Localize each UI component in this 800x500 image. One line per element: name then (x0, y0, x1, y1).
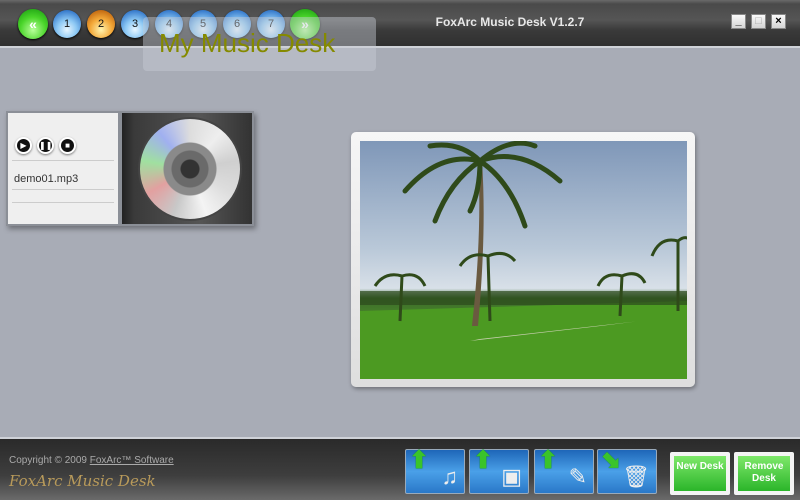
music-note-icon: ♫ (441, 464, 459, 489)
cd-case (122, 113, 252, 224)
divider (12, 160, 114, 161)
app-logo: FoxArc Music Desk (9, 472, 156, 490)
palm-tree-photo (360, 141, 687, 379)
stop-button[interactable]: ■ (59, 137, 76, 154)
track-filename[interactable]: demo01.mp3 (14, 173, 78, 185)
minimize-button[interactable]: _ (731, 14, 746, 29)
add-note-button[interactable]: ⬆ ✎ (534, 447, 594, 494)
pause-button[interactable]: ❚❚ (37, 137, 54, 154)
music-player-widget[interactable]: ▶ ❚❚ ■ demo01.mp3 (6, 111, 254, 226)
previous-desk-button[interactable]: « (18, 9, 48, 39)
player-panel: ▶ ❚❚ ■ demo01.mp3 (8, 113, 118, 224)
arrow-up-icon: ⬆ (409, 447, 430, 474)
cd-disc-icon (138, 117, 242, 221)
remove-desk-label: Remove Desk (738, 456, 790, 491)
desk-page-2[interactable]: 2 (87, 10, 115, 38)
remove-desk-button[interactable]: Remove Desk (734, 452, 794, 495)
desk-name-label[interactable]: My Music Desk (143, 17, 376, 71)
title-bar: « 1 2 3 4 5 6 7 » FoxArc Music Desk V1.2… (0, 0, 800, 48)
new-desk-label: New Desk (674, 456, 726, 491)
divider (12, 202, 114, 203)
add-photo-button[interactable]: ⬆ ▣ (469, 447, 529, 494)
arrow-up-icon: ⬆ (473, 447, 494, 474)
camera-icon: ▣ (501, 464, 522, 489)
company-link[interactable]: FoxArc™ Software (90, 455, 174, 466)
new-desk-button[interactable]: New Desk (670, 452, 730, 495)
maximize-button[interactable]: □ (751, 14, 766, 29)
close-button[interactable]: × (771, 14, 786, 29)
trash-icon: 🗑 (622, 464, 650, 489)
delete-item-button[interactable]: ⬊ 🗑 (597, 447, 657, 494)
desk-page-1[interactable]: 1 (53, 10, 81, 38)
arrow-down-icon: ⬊ (601, 447, 622, 474)
photo-frame-widget[interactable] (351, 132, 695, 387)
app-title: FoxArc Music Desk V1.2.7 (435, 15, 585, 29)
palm-trees-illustration (360, 141, 687, 379)
arrow-up-icon: ⬆ (538, 447, 559, 474)
add-music-button[interactable]: ⬆ ♫ (405, 447, 465, 494)
note-pencil-icon: ✎ (568, 464, 587, 489)
divider (12, 189, 114, 190)
copyright-prefix: Copyright © 2009 (9, 455, 87, 466)
play-button[interactable]: ▶ (15, 137, 32, 154)
footer-bar: Copyright © 2009 FoxArc™ Software FoxArc… (0, 437, 800, 500)
copyright-text: Copyright © 2009 FoxArc™ Software (9, 455, 174, 466)
